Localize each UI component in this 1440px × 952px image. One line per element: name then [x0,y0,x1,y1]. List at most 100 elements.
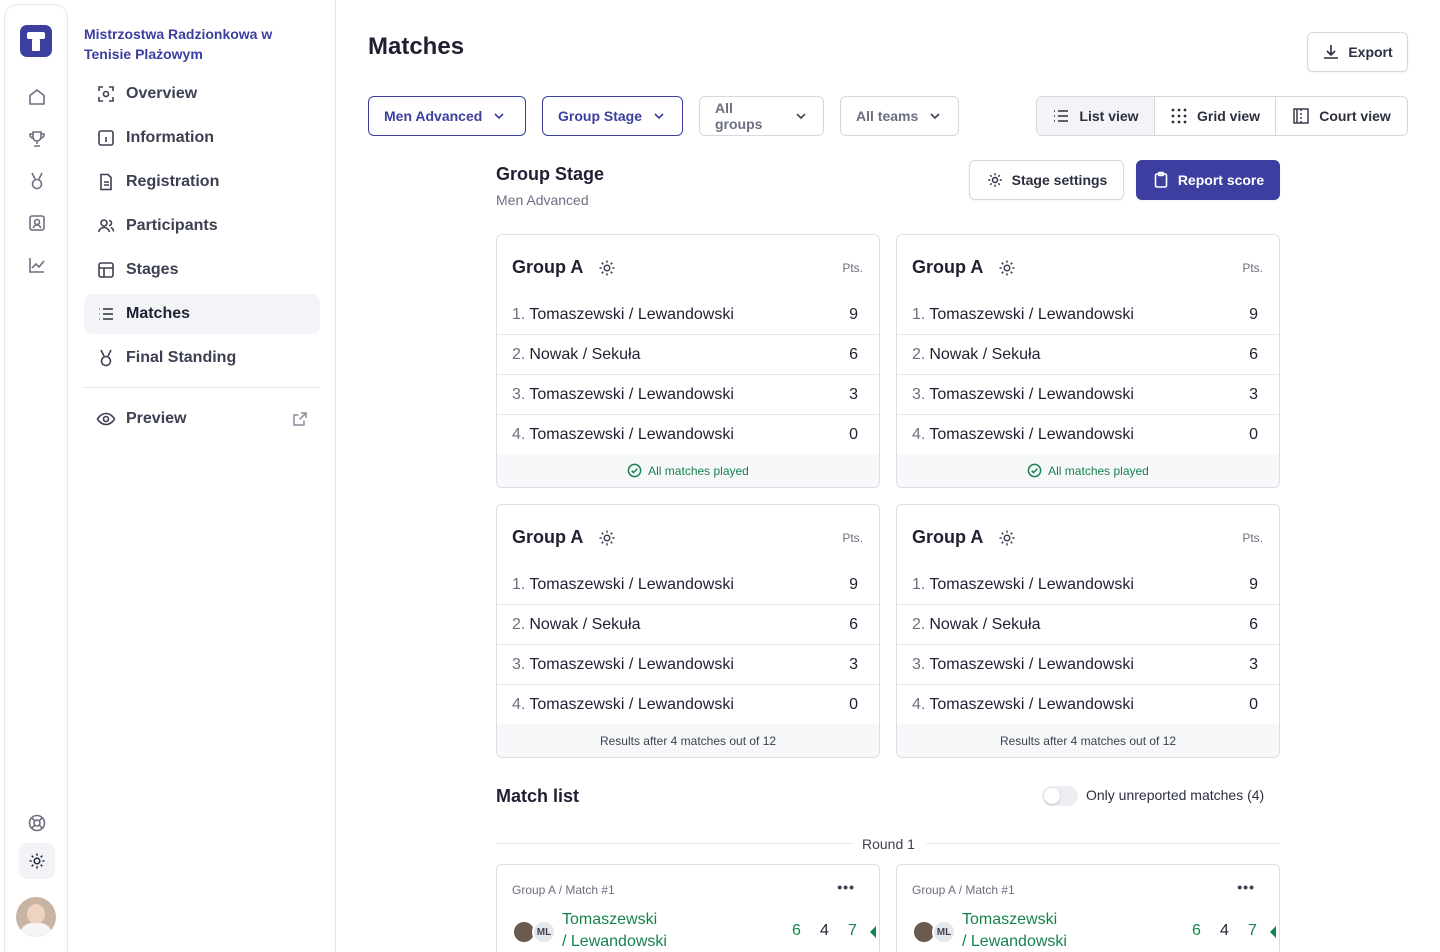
standing-row[interactable]: 4. Tomaszewski / Lewandowski 0 [497,415,879,455]
nav-stages[interactable]: Stages [84,250,320,290]
rank: 3. [912,655,926,673]
standing-row[interactable]: 1. Tomaszewski / Lewandowski 9 [897,295,1279,335]
stage-settings-button[interactable]: Stage settings [969,160,1124,200]
team-line: Tomaszewski [562,911,658,928]
export-button[interactable]: Export [1307,32,1408,72]
standing-row[interactable]: 3. Tomaszewski / Lewandowski 3 [897,645,1279,685]
player-initials: ML [932,920,956,944]
team-name: Tomaszewski / Lewandowski [929,655,1134,673]
grid-view-button[interactable]: Grid view [1155,97,1276,135]
nav-preview[interactable]: Preview [84,399,320,439]
group-header: Group A [512,527,617,548]
team-name: Tomaszewski / Lewandowski [929,695,1134,713]
chevron-down-icon [494,113,504,120]
trophy-icon[interactable] [23,125,51,153]
settings-icon[interactable] [19,843,55,879]
nav-label: Registration [126,173,220,190]
table-icon [96,260,116,280]
points: 3 [849,385,858,403]
player-initials: ML [532,920,556,944]
medal-icon[interactable] [23,167,51,195]
more-options-icon[interactable]: ••• [1237,879,1255,895]
points: 6 [849,345,858,363]
group-header: Group A [512,257,617,278]
standing-row[interactable]: 4. Tomaszewski / Lewandowski 0 [897,685,1279,725]
standing-row[interactable]: 1. Tomaszewski / Lewandowski 9 [497,295,879,335]
contacts-icon[interactable] [23,209,51,237]
rank: 1. [512,305,526,323]
group-name: Group A [512,527,584,547]
unreported-toggle[interactable] [1042,786,1078,806]
user-avatar[interactable] [16,897,56,937]
court-icon [1293,108,1309,124]
nav-overview[interactable]: Overview [84,74,320,114]
match-card[interactable]: Group A / Match #1 ••• ML Tomaszewski / … [896,864,1280,952]
home-icon[interactable] [23,83,51,111]
rank: 4. [512,695,526,713]
list-view-label: List view [1079,108,1139,124]
app-logo[interactable] [20,25,52,57]
gear-icon[interactable] [597,528,617,548]
team-line: / Lewandowski [962,933,1067,950]
gear-icon[interactable] [997,528,1017,548]
rank: 1. [912,305,926,323]
court-view-label: Court view [1319,108,1391,124]
more-options-icon[interactable]: ••• [837,879,855,895]
team-name[interactable]: Tomaszewski / Lewandowski [962,909,1067,952]
court-view-button[interactable]: Court view [1276,97,1407,135]
team-line: Tomaszewski [962,911,1058,928]
nav-registration[interactable]: Registration [84,162,320,202]
gear-icon[interactable] [597,258,617,278]
group-card: Group A Pts. 1. Tomaszewski / Lewandowski… [896,234,1280,488]
points: 0 [1249,695,1258,713]
teams-select[interactable]: All teams [840,96,959,136]
chevron-down-icon [930,113,940,120]
nav-participants[interactable]: Participants [84,206,320,246]
report-score-button[interactable]: Report score [1136,160,1280,200]
set-score: 6 [1192,922,1201,939]
category-value: Men Advanced [384,108,483,124]
points-header: Pts. [1242,261,1263,275]
unreported-toggle-label[interactable]: Only unreported matches (4) [1086,787,1264,803]
rank: 4. [912,695,926,713]
standing-row[interactable]: 3. Tomaszewski / Lewandowski 3 [897,375,1279,415]
standing-row[interactable]: 2. Nowak / Sekuła 6 [497,605,879,645]
standing-row[interactable]: 2. Nowak / Sekuła 6 [897,605,1279,645]
match-list-title: Match list [496,786,580,806]
standing-row[interactable]: 1. Tomaszewski / Lewandowski 9 [497,565,879,605]
group-header: Group A [912,257,1017,278]
stage-select[interactable]: Group Stage [542,96,683,136]
stage-settings-label: Stage settings [1011,172,1108,188]
external-link-icon[interactable] [292,411,308,432]
list-view-button[interactable]: List view [1037,97,1155,135]
check-circle-icon [627,463,642,478]
help-icon[interactable] [23,809,51,837]
standing-row[interactable]: 1. Tomaszewski / Lewandowski 9 [897,565,1279,605]
rank: 2. [512,345,526,363]
points-header: Pts. [842,261,863,275]
icon-rail [4,4,68,952]
standing-row[interactable]: 2. Nowak / Sekuła 6 [897,335,1279,375]
rank: 4. [512,425,526,443]
standing-row[interactable]: 3. Tomaszewski / Lewandowski 3 [497,375,879,415]
nav-information[interactable]: Information [84,118,320,158]
team-name: Tomaszewski / Lewandowski [529,695,734,713]
group-card: Group A Pts. 1. Tomaszewski / Lewandowski… [496,234,880,488]
group-header: Group A [912,527,1017,548]
groups-select[interactable]: All groups [699,96,824,136]
chart-icon[interactable] [23,251,51,279]
category-select[interactable]: Men Advanced [368,96,526,136]
match-card[interactable]: Group A / Match #1 ••• ML Tomaszewski / … [496,864,880,952]
set-score: 7 [848,922,857,939]
team-line: / Lewandowski [562,933,667,950]
nav-matches[interactable]: Matches [84,294,320,334]
team-name[interactable]: Tomaszewski / Lewandowski [562,909,667,952]
group-name: Group A [912,527,984,547]
nav-final-standing[interactable]: Final Standing [84,338,320,378]
gear-icon[interactable] [997,258,1017,278]
standing-row[interactable]: 4. Tomaszewski / Lewandowski 0 [497,685,879,725]
standing-row[interactable]: 3. Tomaszewski / Lewandowski 3 [497,645,879,685]
tournament-name[interactable]: Mistrzostwa Radzionkowa w Tenisie Plażow… [84,24,294,64]
standing-row[interactable]: 2. Nowak / Sekuła 6 [497,335,879,375]
standing-row[interactable]: 4. Tomaszewski / Lewandowski 0 [897,415,1279,455]
